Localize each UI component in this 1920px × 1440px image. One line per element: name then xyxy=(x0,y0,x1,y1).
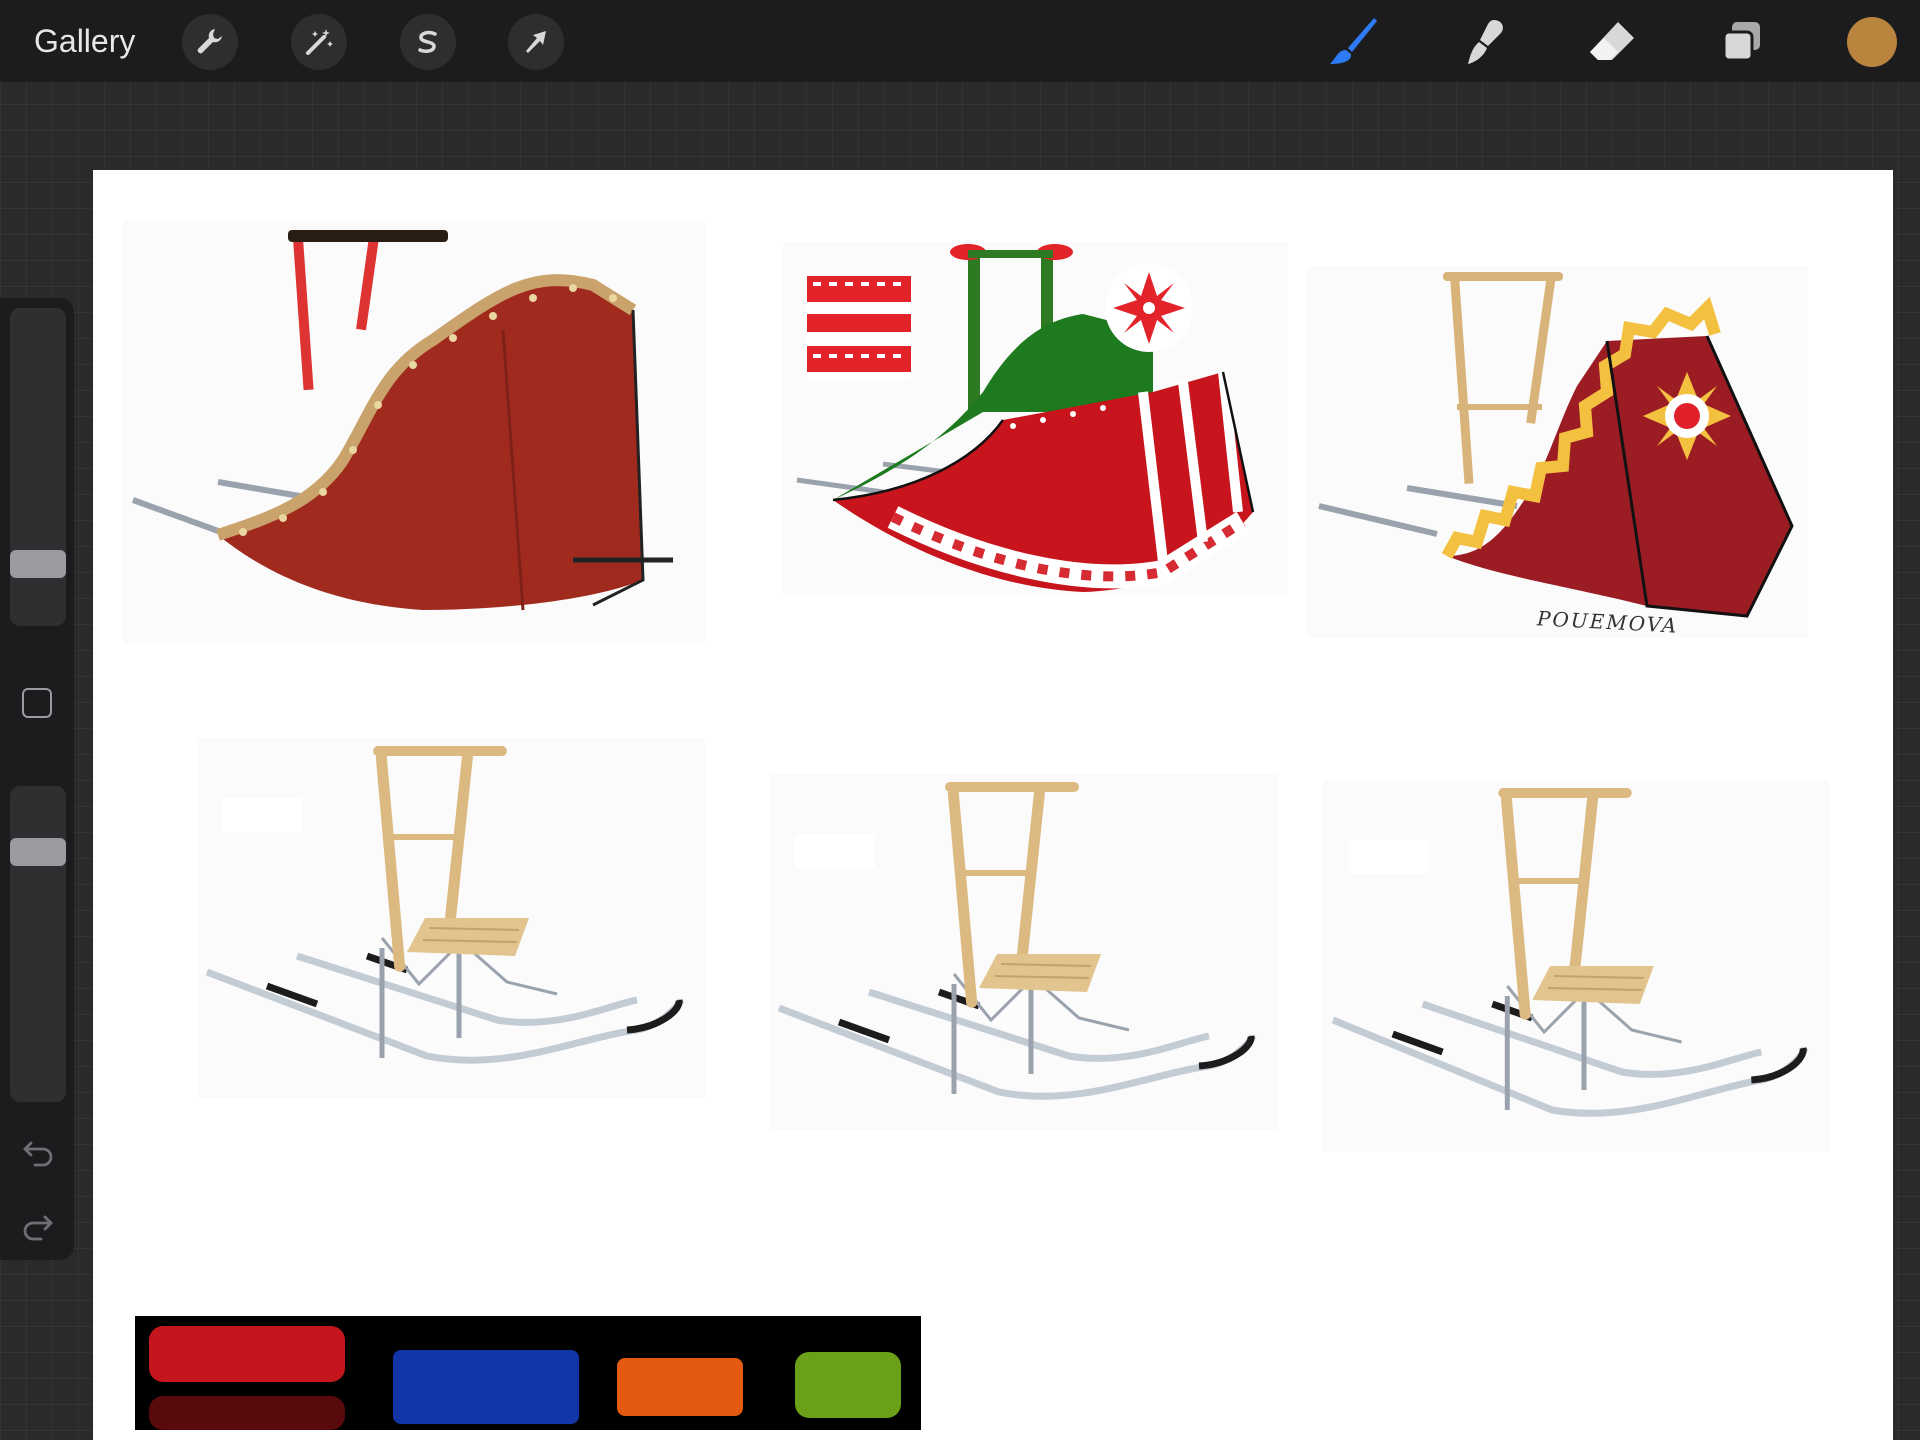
top-toolbar: Gallery xyxy=(0,0,1920,82)
opacity-thumb[interactable] xyxy=(10,838,66,866)
palette-blue xyxy=(393,1350,579,1424)
palette-green xyxy=(795,1352,901,1418)
redo-icon[interactable] xyxy=(18,1206,58,1246)
eraser-icon xyxy=(1590,22,1634,60)
eraser-tool-button[interactable] xyxy=(1582,12,1642,72)
selection-s-icon xyxy=(418,30,437,53)
adjustments-button[interactable] xyxy=(291,14,347,70)
kicksled-sketch-1 xyxy=(197,738,705,1098)
layers-button[interactable] xyxy=(1712,12,1772,72)
palette-orange xyxy=(617,1358,743,1416)
kicksled-sketch-3 xyxy=(1323,780,1829,1152)
sled-sketch-star: POUEMOVA xyxy=(1307,266,1808,638)
kicksled-sketch-2 xyxy=(769,774,1277,1130)
smudge-tool-button[interactable] xyxy=(1452,12,1512,72)
wrench-icon xyxy=(197,29,222,54)
sled-sketch-nordic xyxy=(783,242,1288,596)
drawing-canvas[interactable]: POUEMOVA xyxy=(93,170,1893,1440)
left-sidebar xyxy=(0,298,74,1260)
selection-button[interactable] xyxy=(400,14,456,70)
modify-button[interactable] xyxy=(22,688,52,718)
brush-tool-button[interactable] xyxy=(1322,12,1382,72)
arrow-cursor-icon xyxy=(526,31,546,53)
magic-wand-icon xyxy=(306,29,333,55)
palette-red xyxy=(149,1326,345,1382)
layers-icon xyxy=(1722,22,1760,62)
color-swatch-button[interactable] xyxy=(1847,17,1897,67)
smudge-icon xyxy=(1468,20,1503,64)
gallery-button[interactable]: Gallery xyxy=(34,20,135,62)
brush-icon xyxy=(1330,18,1377,64)
actions-button[interactable] xyxy=(182,14,238,70)
brush-size-slider[interactable] xyxy=(10,308,66,626)
sled-sketch-gingerbread xyxy=(123,220,705,644)
opacity-slider[interactable] xyxy=(10,786,66,1102)
palette-red-reflection xyxy=(149,1396,345,1430)
brush-size-thumb[interactable] xyxy=(10,550,66,578)
undo-icon[interactable] xyxy=(18,1132,58,1172)
transform-button[interactable] xyxy=(508,14,564,70)
color-palette-strip xyxy=(135,1316,921,1430)
